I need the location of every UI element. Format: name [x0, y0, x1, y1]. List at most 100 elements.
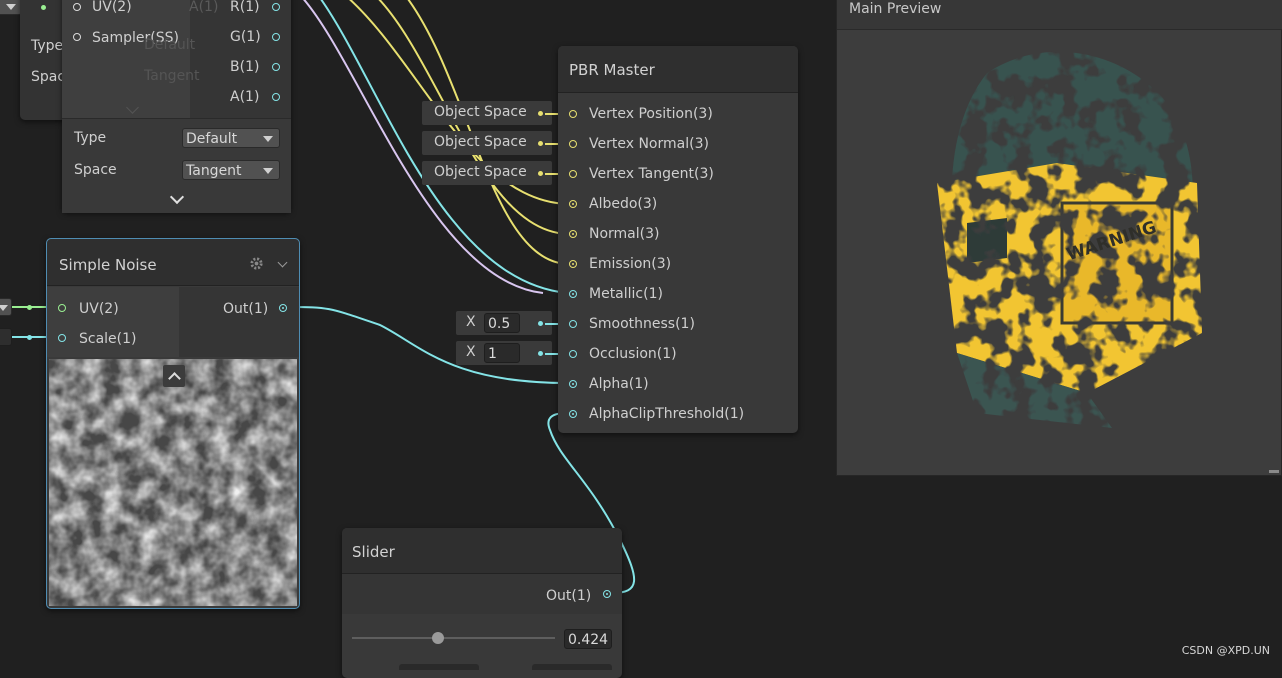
smoothness-value-field[interactable]: 0.5: [484, 313, 520, 333]
uv-in-label: UV(2): [92, 0, 132, 15]
b-out-port[interactable]: [272, 63, 280, 71]
node-title: Simple Noise: [59, 256, 157, 274]
pbr-port-2-socket[interactable]: [569, 170, 577, 178]
r-out-port[interactable]: [272, 3, 280, 11]
slider-track[interactable]: [352, 637, 555, 639]
noise-scale-label: Scale(1): [79, 331, 137, 347]
occlusion-inline-input[interactable]: X 1: [456, 341, 552, 365]
ghost-type-value: Default: [144, 37, 196, 53]
pbr-master-header[interactable]: PBR Master: [558, 46, 798, 93]
collapse-preview-button[interactable]: [163, 365, 185, 387]
slider-out-port[interactable]: [603, 590, 611, 598]
noise-uv-port[interactable]: [58, 304, 66, 312]
object-space-label: Object Space: [434, 134, 527, 150]
watermark: CSDN @XPD.UN: [1181, 644, 1270, 657]
gear-icon[interactable]: [249, 256, 264, 271]
pbr-port-0-socket[interactable]: [569, 110, 577, 118]
pbr-port-5-label: Emission(3): [589, 256, 672, 272]
offscreen-noise-uv-dropdown[interactable]: [0, 298, 12, 316]
simple-noise-header[interactable]: Simple Noise: [47, 239, 299, 286]
chevron-down-icon: [263, 136, 273, 142]
slider-value-field[interactable]: 0.424: [564, 629, 612, 649]
space-dropdown[interactable]: Tangent: [182, 160, 280, 180]
port-wire-dot: [27, 305, 32, 310]
pbr-port-8-socket[interactable]: [569, 350, 577, 358]
simple-noise-node[interactable]: Simple Noise UV(2) Scale(1) Out(1): [46, 238, 300, 609]
slider-handle[interactable]: [432, 632, 445, 644]
pbr-port-9-socket[interactable]: [569, 380, 577, 388]
main-preview-header[interactable]: Main Preview: [837, 0, 1282, 30]
space-label: Space: [74, 162, 117, 178]
slider-out-label: Out(1): [546, 588, 592, 604]
noise-scale-port[interactable]: [58, 334, 66, 342]
noise-outputs-bg: [179, 287, 299, 357]
preview-resize-handle[interactable]: [1269, 470, 1279, 473]
object-space-label: Object Space: [434, 104, 527, 120]
pbr-port-8-label: Occlusion(1): [589, 346, 677, 362]
g-out-port[interactable]: [272, 33, 280, 41]
port-wire-dot: [41, 5, 46, 10]
vertex-normal-inline-input[interactable]: Object Space: [422, 131, 552, 155]
noise-uv-label: UV(2): [79, 301, 119, 317]
pbr-port-9-label: Alpha(1): [589, 376, 649, 392]
pbr-port-7-label: Smoothness(1): [589, 316, 695, 332]
type-label: Type: [74, 130, 107, 146]
pbr-port-10-label: AlphaClipThreshold(1): [589, 406, 745, 422]
ghost-out-label: A(1): [189, 0, 219, 15]
pbr-port-10-socket[interactable]: [569, 410, 577, 418]
slider-max-field[interactable]: [532, 664, 612, 670]
node-title: PBR Master: [569, 61, 655, 79]
smoothness-inline-input[interactable]: X 0.5: [456, 311, 552, 335]
main-preview-title: Main Preview: [849, 1, 942, 17]
pbr-port-1-socket[interactable]: [569, 140, 577, 148]
pbr-port-7-socket[interactable]: [569, 320, 577, 328]
pbr-port-6-socket[interactable]: [569, 290, 577, 298]
type-dropdown[interactable]: Default: [182, 128, 280, 148]
node-title: Slider: [352, 543, 395, 561]
type-dropdown-value: Default: [186, 131, 238, 147]
pbr-port-5-socket[interactable]: [569, 260, 577, 268]
noise-out-port[interactable]: [279, 304, 287, 312]
behind-type-label: Type: [31, 38, 64, 54]
pbr-port-2-label: Vertex Tangent(3): [589, 166, 714, 182]
object-space-label: Object Space: [434, 164, 527, 180]
pbr-port-3-label: Albedo(3): [589, 196, 658, 212]
occlusion-value-field[interactable]: 1: [484, 343, 520, 363]
r-out-label: R(1): [230, 0, 260, 15]
sampler-in-port[interactable]: [73, 33, 81, 41]
offscreen-noise-scale-field[interactable]: [0, 328, 12, 346]
pbr-port-0-label: Vertex Position(3): [589, 106, 713, 122]
uv-in-port[interactable]: [73, 3, 81, 11]
port-wire-dot: [538, 351, 543, 356]
sample-texture-node[interactable]: UV(2) Sampler(SS) A(1) Default Tangent R…: [62, 0, 291, 213]
b-out-label: B(1): [230, 59, 260, 75]
dissolved-mask-model-image: WARNING: [937, 51, 1202, 428]
noise-preview-image: [49, 359, 297, 606]
ghost-space-value: Tangent: [144, 68, 200, 84]
noise-out-label: Out(1): [223, 301, 269, 317]
port-wire-dot: [27, 335, 32, 340]
pbr-master-node[interactable]: PBR Master Vertex Position(3) Vertex Norm…: [558, 46, 798, 433]
offscreen-dropdown[interactable]: [0, 0, 22, 15]
main-preview-panel[interactable]: Main Preview WARNING: [836, 0, 1282, 476]
pbr-port-3-socket[interactable]: [569, 200, 577, 208]
a-out-label: A(1): [230, 89, 260, 105]
sample-texture-body: [62, 0, 190, 118]
slider-node[interactable]: Slider Out(1) 0.424: [342, 528, 622, 678]
port-wire-dot: [538, 111, 543, 116]
space-dropdown-value: Tangent: [186, 163, 242, 179]
vertex-tangent-inline-input[interactable]: Object Space: [422, 161, 552, 185]
a-out-port[interactable]: [272, 93, 280, 101]
slider-header[interactable]: Slider: [342, 528, 622, 574]
port-wire-dot: [538, 171, 543, 176]
pbr-port-4-label: Normal(3): [589, 226, 660, 242]
port-wire-dot: [538, 141, 543, 146]
vertex-position-inline-input[interactable]: Object Space: [422, 101, 552, 125]
port-wire-dot: [538, 321, 543, 326]
pbr-port-4-socket[interactable]: [569, 230, 577, 238]
slider-min-field[interactable]: [399, 664, 479, 670]
g-out-label: G(1): [230, 29, 261, 45]
pbr-port-6-label: Metallic(1): [589, 286, 663, 302]
pbr-port-1-label: Vertex Normal(3): [589, 136, 709, 152]
chevron-down-icon[interactable]: [277, 257, 288, 268]
